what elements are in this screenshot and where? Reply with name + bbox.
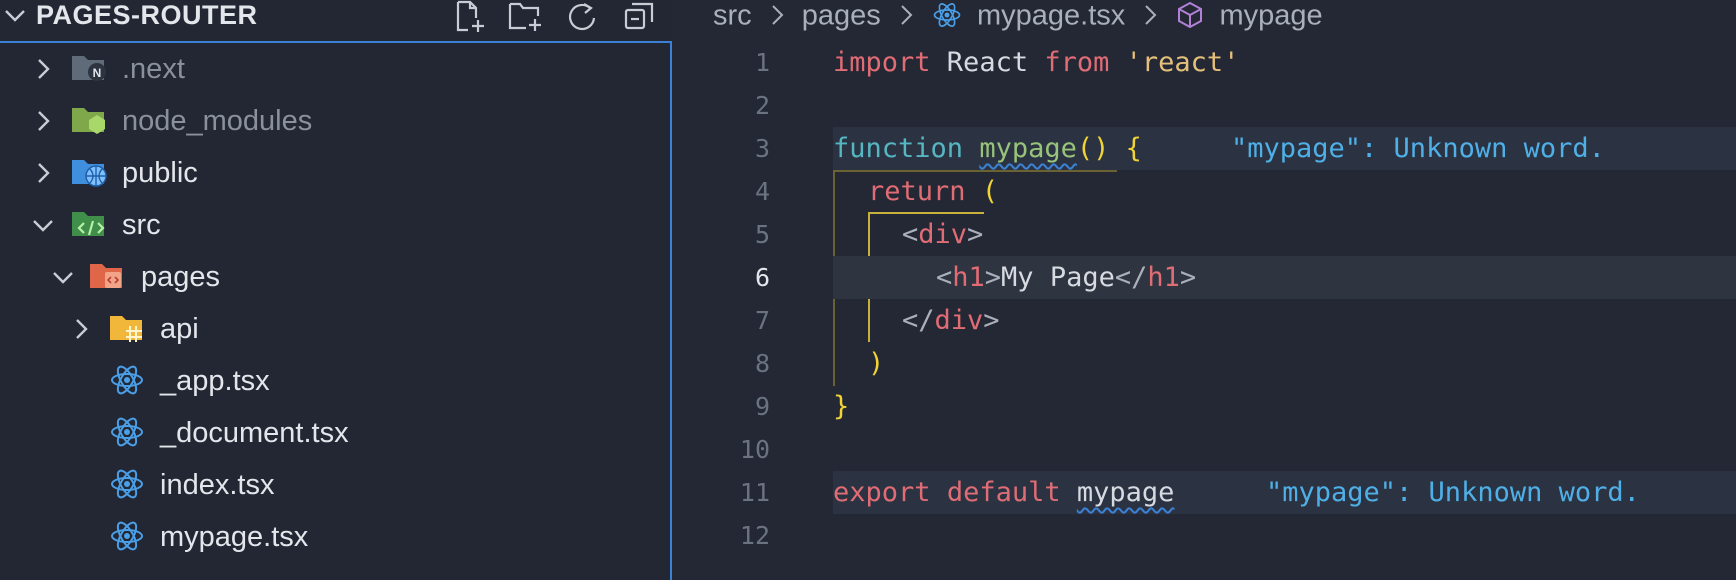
react-icon [111, 521, 143, 551]
tree-item-api[interactable]: api [0, 303, 670, 355]
chevron-right-icon [76, 319, 88, 339]
breadcrumb: src pages mypage.tsx mypage [713, 0, 1323, 30]
next-folder-icon: N [72, 56, 106, 81]
code-text: return ( [868, 176, 999, 207]
refresh-icon[interactable] [564, 0, 600, 32]
chevron-right-icon [38, 163, 50, 183]
line-number: 7 [754, 306, 770, 335]
api-folder-icon [110, 316, 142, 342]
explorer-sidebar: PAGES-ROUTER N .next node_modules public… [0, 0, 673, 580]
tree-item-label: public [122, 157, 198, 189]
code-line-6[interactable]: 6 <h1>My Page</h1> [673, 256, 1736, 299]
code-line-4[interactable]: 4 return ( [673, 170, 1736, 213]
tree-item-label: node_modules [122, 105, 313, 137]
file-tree: N .next node_modules public src pages ap… [0, 41, 672, 580]
tree-item-label: mypage.tsx [160, 521, 309, 553]
symbol-method-icon [1178, 2, 1203, 29]
code-line-11[interactable]: 11 export default mypage "mypage": Unkno… [673, 471, 1736, 514]
react-icon [111, 417, 143, 447]
code-line-8[interactable]: 8 ) [673, 342, 1736, 385]
tree-item-label: index.tsx [160, 469, 275, 501]
tree-item-pages[interactable]: pages [0, 251, 670, 303]
line-number: 5 [754, 220, 770, 249]
code-text: } [833, 391, 850, 422]
react-icon [111, 469, 143, 499]
line-number: 3 [754, 134, 770, 163]
tree-item-next[interactable]: N .next [0, 43, 670, 95]
code-line-12[interactable]: 12 [673, 514, 1736, 557]
svg-text:N: N [93, 66, 102, 80]
tree-item-mypage-tsx[interactable]: mypage.tsx [0, 511, 670, 563]
react-icon [933, 3, 961, 28]
code-line-10[interactable]: 10 [673, 428, 1736, 471]
chevron-right-icon [772, 5, 784, 26]
tree-item-app-tsx[interactable]: _app.tsx [0, 355, 670, 407]
code-editor[interactable]: src pages mypage.tsx mypage 1 import Rea… [673, 0, 1736, 580]
inline-diagnostic: "mypage": Unknown word. [1266, 477, 1640, 508]
breadcrumb-item-file[interactable]: mypage.tsx [977, 0, 1125, 31]
pages-folder-icon [90, 264, 122, 288]
code-text: <h1>My Page</h1> [936, 262, 1197, 293]
chevron-down-icon [53, 272, 73, 284]
line-number: 6 [754, 263, 770, 292]
tree-item-index-tsx[interactable]: index.tsx [0, 459, 670, 511]
line-number: 4 [754, 177, 770, 206]
chevron-down-icon[interactable] [2, 2, 28, 28]
breadcrumb-item-symbol[interactable]: mypage [1219, 0, 1322, 31]
code-text: ) [868, 348, 885, 379]
line-number: 11 [739, 478, 770, 507]
collapse-all-icon[interactable] [622, 0, 658, 32]
chevron-right-icon [38, 59, 50, 79]
line-number: 2 [754, 91, 770, 120]
line-number: 8 [754, 349, 770, 378]
tree-item-label: pages [141, 261, 221, 293]
line-number: 1 [754, 48, 770, 77]
code-line-1[interactable]: 1 import React from 'react' [673, 41, 1736, 84]
node-folder-icon [72, 108, 105, 134]
explorer-header[interactable]: PAGES-ROUTER [0, 0, 673, 32]
tree-item-document-tsx[interactable]: _document.tsx [0, 407, 670, 459]
line-number: 12 [739, 521, 770, 550]
tree-item-label: _app.tsx [160, 365, 270, 397]
code-line-3[interactable]: 3 function mypage() { "mypage": Unknown … [673, 127, 1736, 170]
code-line-9[interactable]: 9 } [673, 385, 1736, 428]
code-text: function mypage() { [833, 133, 1142, 164]
code-text: import React from 'react' [833, 47, 1240, 78]
tree-item-label: _document.tsx [160, 417, 349, 449]
chevron-right-icon [901, 5, 913, 26]
chevron-right-icon [1145, 5, 1157, 26]
line-number: 10 [739, 435, 770, 464]
tree-item-src[interactable]: src [0, 199, 670, 251]
code-text: <div> [902, 219, 984, 250]
code-line-5[interactable]: 5 <div> [673, 213, 1736, 256]
tree-item-label: src [122, 209, 161, 241]
explorer-title: PAGES-ROUTER [36, 0, 258, 30]
tree-item-label: .next [122, 53, 185, 85]
tree-item-public[interactable]: public [0, 147, 670, 199]
code-text: </div> [902, 305, 1000, 336]
inline-diagnostic: "mypage": Unknown word. [1231, 133, 1605, 164]
public-folder-icon [72, 160, 107, 187]
line-number: 9 [754, 392, 770, 421]
tree-item-node-modules[interactable]: node_modules [0, 95, 670, 147]
code-text: export default mypage [833, 477, 1175, 508]
chevron-right-icon [38, 111, 50, 131]
new-file-icon[interactable] [452, 0, 488, 32]
tree-item-label: api [160, 313, 199, 345]
chevron-down-icon [33, 220, 53, 232]
breadcrumb-item-pages[interactable]: pages [802, 0, 881, 31]
src-folder-icon [72, 212, 105, 236]
breadcrumb-item-src[interactable]: src [713, 0, 752, 31]
new-folder-icon[interactable] [508, 0, 544, 32]
react-icon [111, 365, 143, 395]
code-line-7[interactable]: 7 </div> [673, 299, 1736, 342]
code-line-2[interactable]: 2 [673, 84, 1736, 127]
